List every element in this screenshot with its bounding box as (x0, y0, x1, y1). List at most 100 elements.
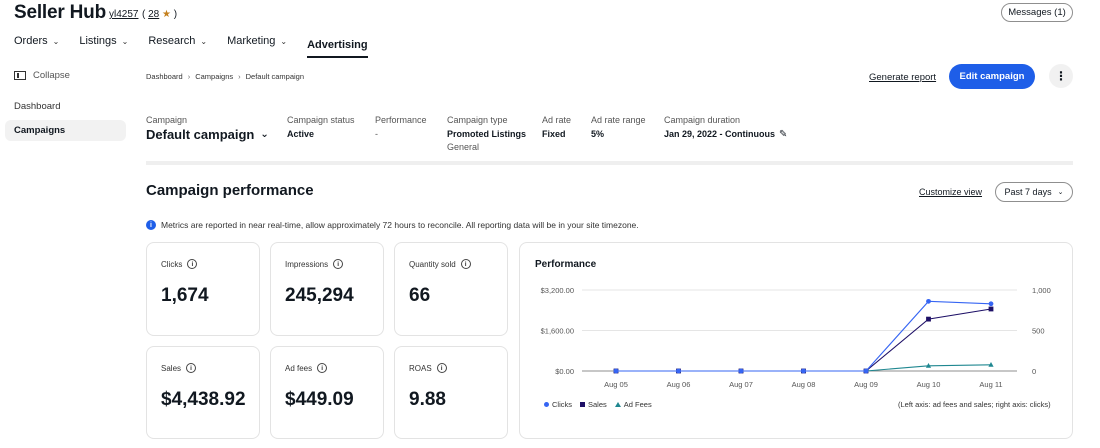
breadcrumb-current: Default campaign (245, 72, 305, 81)
nav-research-label: Research (148, 35, 196, 47)
top-navigation: Orders ⌄ Listings ⌄ Research ⌄ Marketing ⌄ A… (14, 34, 388, 58)
nav-orders[interactable]: Orders ⌄ (14, 34, 59, 48)
metric-label-text: Ad fees (285, 363, 313, 373)
metric-label: Clicks i (161, 259, 198, 269)
info-icon[interactable]: i (317, 363, 328, 373)
y-tick-label-right: 1,000 (1032, 286, 1051, 295)
metric-card-clicks: Clicks i 1,674 (146, 242, 260, 336)
nav-advertising[interactable]: Advertising (307, 39, 368, 58)
y-tick-label-right: 0 (1032, 367, 1036, 376)
metric-label-text: Quantity sold (409, 259, 456, 269)
generate-report-link[interactable]: Generate report (869, 72, 936, 83)
axis-note: (Left axis: ad fees and sales; right axi… (898, 400, 1051, 409)
chevron-down-icon: ⌄ (52, 36, 60, 46)
metric-label: Sales i (161, 363, 197, 373)
legend-item-ad-fees[interactable]: Ad Fees (614, 400, 652, 409)
campaign-name: Default campaign (146, 127, 255, 142)
x-tick-label: Aug 10 (917, 380, 941, 389)
username-link[interactable]: yl4257 (109, 9, 138, 20)
metric-label: Ad fees i (285, 363, 328, 373)
metric-label-text: ROAS (409, 363, 432, 373)
info-icon[interactable]: i (187, 259, 198, 269)
data-point-clicks (988, 301, 994, 307)
breadcrumb-campaigns[interactable]: Campaigns (195, 72, 233, 81)
data-point-clicks (613, 368, 619, 374)
campaign-duration-value: Jan 29, 2022 - Continuous (664, 129, 776, 139)
rating-count: 28 (148, 9, 160, 20)
chevron-down-icon: ⌄ (1057, 189, 1064, 196)
data-point-clicks (738, 368, 744, 374)
ad-rate-range-label: Ad rate range (591, 115, 646, 125)
metric-value: 9.88 (409, 389, 446, 410)
collapse-label: Collapse (33, 70, 70, 81)
info-icon[interactable]: i (460, 259, 471, 269)
nav-listings[interactable]: Listings ⌄ (79, 34, 128, 48)
legend-item-sales[interactable]: Sales (580, 400, 607, 409)
metric-label-text: Sales (161, 363, 182, 373)
performance-chart: $0.00 $1,600.00 $3,200.00 0 500 1,000 Aug 05 Au… (541, 286, 1051, 389)
info-icon[interactable]: i (333, 259, 344, 269)
metric-label: Impressions i (285, 259, 344, 269)
metric-card-quantity-sold: Quantity sold i 66 (394, 242, 508, 336)
feedback-rating[interactable]: ( 28 ★ ) (142, 9, 177, 20)
metric-card-roas: ROAS i 9.88 (394, 346, 508, 439)
sidebar-item-campaigns[interactable]: Campaigns (5, 120, 126, 141)
x-tick-label: Aug 08 (792, 380, 816, 389)
series-line-sales (616, 308, 992, 372)
star-icon: ★ (162, 9, 171, 20)
section-title: Campaign performance (146, 182, 314, 199)
metric-label: ROAS i (409, 363, 447, 373)
x-tick-label: Aug 09 (854, 380, 878, 389)
sidebar-collapse-icon (14, 71, 26, 80)
campaign-type-value: Promoted Listings (447, 129, 527, 139)
chevron-right-icon: › (187, 72, 191, 81)
chevron-down-icon: ⌄ (121, 36, 129, 46)
metric-value: 1,674 (161, 285, 209, 306)
campaign-type-label: Campaign type (447, 115, 508, 125)
info-icon[interactable]: i (186, 363, 197, 373)
customize-view-link[interactable]: Customize view (919, 187, 982, 197)
period-select[interactable]: Past 7 days ⌄ (995, 182, 1073, 202)
legend-item-clicks[interactable]: Clicks (544, 400, 572, 409)
metric-card-ad-fees: Ad fees i $449.09 (270, 346, 384, 439)
chevron-down-icon: ⌄ (200, 36, 208, 46)
campaign-status-value: Active (287, 129, 315, 139)
y-tick-label-right: 500 (1032, 327, 1045, 336)
nav-marketing[interactable]: Marketing ⌄ (227, 34, 287, 48)
data-point-clicks (801, 368, 806, 374)
breadcrumb-dashboard[interactable]: Dashboard (146, 72, 183, 81)
nav-advertising-label: Advertising (307, 39, 368, 51)
x-tick-label: Aug 07 (729, 380, 753, 389)
metric-label-text: Clicks (161, 259, 183, 269)
x-tick-label: Aug 11 (979, 380, 1002, 389)
performance-label: Performance (375, 115, 427, 125)
data-point-clicks (926, 298, 931, 304)
y-tick-label-left: $0.00 (555, 367, 574, 376)
series-line-clicks (616, 300, 992, 372)
chevron-down-icon: ⌄ (280, 36, 288, 46)
breadcrumb: Dashboard › Campaigns › Default campaign (146, 72, 304, 81)
nav-marketing-label: Marketing (227, 35, 276, 47)
app-title: Seller Hub (14, 2, 106, 23)
campaign-selector[interactable]: Default campaign ⌄ (146, 127, 269, 142)
nav-listings-label: Listings (79, 35, 117, 47)
edit-pencil-icon[interactable]: ✎ (779, 129, 787, 140)
campaign-duration: Jan 29, 2022 - Continuous ✎ (664, 129, 787, 140)
more-options-icon[interactable]: ⋮ (1049, 64, 1073, 88)
data-point-sales (988, 306, 994, 312)
campaign-name-label: Campaign (146, 115, 188, 125)
campaign-type-sub: General (447, 142, 480, 152)
sidebar-item-dashboard[interactable]: Dashboard (14, 101, 60, 112)
rating-open: ( (142, 9, 146, 20)
edit-campaign-button[interactable]: Edit campaign (949, 64, 1035, 89)
nav-research[interactable]: Research ⌄ (148, 34, 207, 48)
ad-rate-label: Ad rate (542, 115, 572, 125)
x-tick-label: Aug 06 (667, 380, 691, 389)
info-icon[interactable]: i (436, 363, 447, 373)
data-point-clicks (863, 368, 869, 374)
collapse-sidebar-button[interactable]: Collapse (14, 70, 70, 81)
messages-button[interactable]: Messages (1) (1001, 3, 1073, 22)
y-tick-label-left: $3,200.00 (541, 286, 574, 295)
chevron-right-icon: › (238, 72, 241, 81)
rating-close: ) (173, 9, 178, 20)
